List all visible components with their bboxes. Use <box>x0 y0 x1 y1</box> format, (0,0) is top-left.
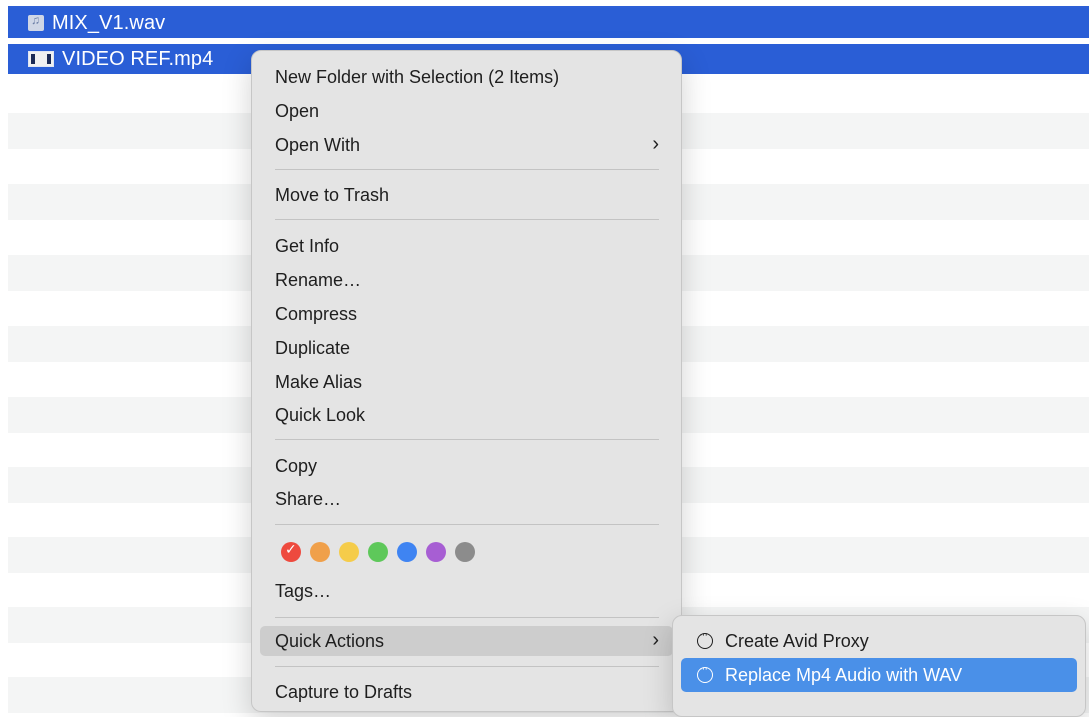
menu-item-label: Copy <box>275 455 318 476</box>
menu-item-label: Tags… <box>275 580 332 601</box>
menu-item-label: Open <box>275 100 320 121</box>
menu-item-label: Get Info <box>275 235 340 256</box>
tag-blue-dot[interactable] <box>397 542 417 562</box>
file-row-mix-wav[interactable]: MIX_V1.wav <box>8 8 1089 38</box>
menu-item-rename[interactable]: Rename… <box>260 265 673 295</box>
menu-item-label: Make Alias <box>275 371 363 392</box>
menu-item-get-info[interactable]: Get Info <box>260 231 673 261</box>
workflow-icon <box>697 629 713 649</box>
video-file-icon <box>28 51 54 67</box>
menu-item-label: Move to Trash <box>275 184 390 205</box>
workflow-icon <box>697 663 713 683</box>
menu-item-label: Capture to Drafts <box>275 681 413 702</box>
menu-item-open[interactable]: Open <box>260 96 673 126</box>
chevron-right-icon: › <box>652 629 659 651</box>
file-name: VIDEO REF.mp4 <box>62 47 214 70</box>
file-name: MIX_V1.wav <box>52 11 166 34</box>
menu-item-label: Rename… <box>275 269 362 290</box>
menu-separator <box>275 219 659 220</box>
menu-item-label: Quick Actions <box>275 630 385 651</box>
context-menu: New Folder with Selection (2 Items) Open… <box>251 50 682 712</box>
tag-red-dot[interactable] <box>281 541 301 562</box>
tag-gray-dot[interactable] <box>455 542 475 562</box>
tag-orange-dot[interactable] <box>310 542 330 562</box>
tag-purple-dot[interactable] <box>426 542 446 562</box>
menu-separator <box>275 617 659 618</box>
menu-item-label: Share… <box>275 488 342 509</box>
action-label: Create Avid Proxy <box>725 630 869 651</box>
menu-item-share[interactable]: Share… <box>260 484 673 514</box>
menu-item-label: New Folder with Selection (2 Items) <box>275 66 560 87</box>
menu-item-quick-actions[interactable]: Quick Actions › <box>260 626 673 656</box>
menu-item-new-folder-with-selection[interactable]: New Folder with Selection (2 Items) <box>260 62 673 92</box>
action-replace-mp4-audio-with-wav[interactable]: Replace Mp4 Audio with WAV <box>681 658 1077 692</box>
audio-file-icon <box>28 13 44 31</box>
tag-green-dot[interactable] <box>368 542 388 562</box>
menu-item-label: Quick Look <box>275 404 366 425</box>
menu-separator <box>275 524 659 525</box>
tag-color-picker <box>281 541 484 562</box>
menu-item-label: Duplicate <box>275 337 351 358</box>
tag-yellow-dot[interactable] <box>339 542 359 562</box>
action-create-avid-proxy[interactable]: Create Avid Proxy <box>681 624 1077 658</box>
menu-item-move-to-trash[interactable]: Move to Trash <box>260 180 673 210</box>
menu-item-open-with[interactable]: Open With › <box>260 130 673 160</box>
menu-item-duplicate[interactable]: Duplicate <box>260 333 673 363</box>
menu-item-label: Open With <box>275 134 361 155</box>
menu-item-capture-to-drafts[interactable]: Capture to Drafts <box>260 677 673 707</box>
menu-item-label: Compress <box>275 303 358 324</box>
menu-separator <box>275 666 659 667</box>
quick-actions-submenu: Create Avid Proxy Replace Mp4 Audio with… <box>672 615 1086 717</box>
menu-item-tags[interactable]: Tags… <box>260 576 673 606</box>
action-label: Replace Mp4 Audio with WAV <box>725 664 963 685</box>
menu-item-compress[interactable]: Compress <box>260 299 673 329</box>
menu-separator <box>275 439 659 440</box>
chevron-right-icon: › <box>652 133 659 155</box>
menu-item-make-alias[interactable]: Make Alias <box>260 367 673 397</box>
menu-separator <box>275 169 659 170</box>
menu-item-quick-look[interactable]: Quick Look <box>260 400 673 430</box>
menu-item-copy[interactable]: Copy <box>260 451 673 481</box>
